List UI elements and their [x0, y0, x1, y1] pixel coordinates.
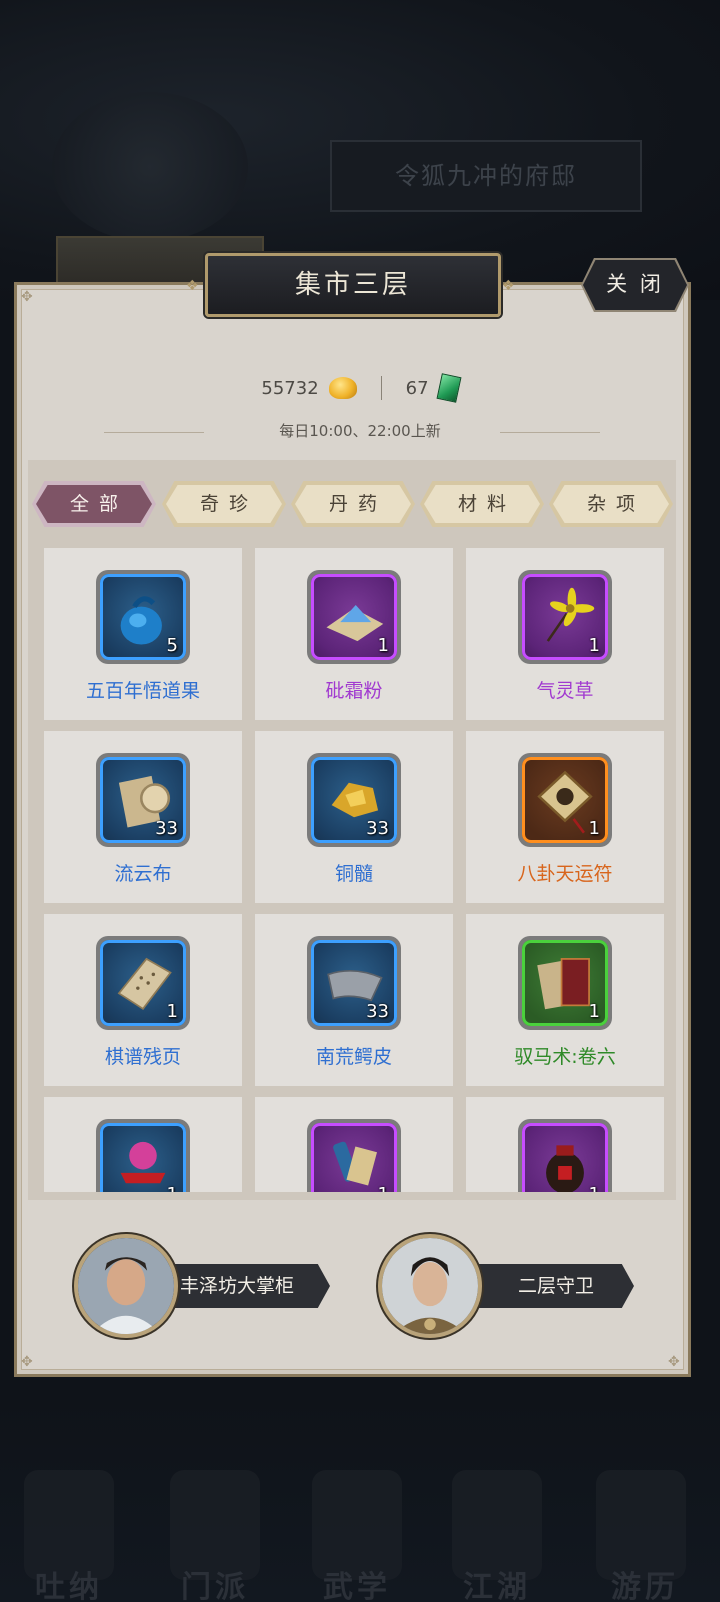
shop-item[interactable]: 1 驭马术:卷六: [466, 914, 664, 1086]
item-count: 1: [166, 1001, 178, 1022]
tab-treasures[interactable]: 奇珍: [162, 481, 286, 527]
guard-avatar[interactable]: [378, 1234, 482, 1338]
item-name: 八卦天运符: [517, 863, 613, 885]
item-grid: 5 五百年悟道果 1 砒霜粉 1 气灵草 33 流云布 33 铜髓 1 八卦天运…: [42, 546, 664, 1192]
shopkeeper-portrait-icon: [78, 1238, 174, 1334]
shop-item[interactable]: 1: [466, 1097, 664, 1192]
close-button[interactable]: 关 闭: [583, 260, 687, 310]
residence-title: 令狐九冲的府邸: [330, 140, 642, 212]
currency-row: 55732 67: [0, 372, 720, 404]
item-frame: 1: [518, 936, 612, 1030]
nav-label-wuxue: 武学: [323, 1570, 391, 1602]
item-count: 1: [377, 635, 389, 656]
item-name: 五百年悟道果: [85, 680, 200, 702]
tab-all[interactable]: 全部: [32, 481, 156, 527]
item-frame: 1: [307, 570, 401, 664]
nav-label-tuna: 吐纳: [35, 1570, 103, 1602]
item-name: 气灵草: [536, 680, 594, 702]
item-count: 1: [167, 1184, 178, 1192]
item-frame: 33: [307, 753, 401, 847]
wine-jar-icon: [546, 1145, 584, 1192]
item-name: 驭马术:卷六: [514, 1046, 616, 1068]
residence-emblem-icon: [52, 92, 248, 242]
item-name: 流云布: [114, 863, 172, 885]
npc-name: 丰泽坊大掌柜: [180, 1275, 295, 1297]
corner-ornament-icon: ✥: [668, 1354, 680, 1370]
item-count: 1: [378, 1184, 389, 1192]
item-count: 1: [588, 1001, 600, 1022]
tab-pills[interactable]: 丹药: [291, 481, 415, 527]
item-count: 33: [155, 818, 178, 839]
nav-label-menpai: 门派: [181, 1570, 249, 1602]
tab-materials[interactable]: 材料: [420, 481, 544, 527]
item-name: 砒霜粉: [325, 680, 383, 702]
item-count: 5: [166, 635, 178, 656]
item-frame: 1: [518, 753, 612, 847]
tab-label: 材料: [424, 485, 540, 523]
refresh-schedule: 每日10:00、22:00上新: [279, 422, 441, 440]
npc-name: 二层守卫: [518, 1275, 595, 1297]
item-count: 33: [366, 1001, 389, 1022]
shop-item[interactable]: 1 棋谱残页: [44, 914, 242, 1086]
panel-title: 集市三层: [205, 253, 501, 317]
guard-portrait-icon: [382, 1238, 478, 1334]
shop-item[interactable]: 1 砒霜粉: [255, 548, 453, 720]
scroll-icon: [333, 1141, 377, 1186]
item-frame: 1: [96, 936, 190, 1030]
shop-item[interactable]: 1: [255, 1097, 453, 1192]
tab-label: 全部: [36, 485, 152, 523]
corner-ornament-icon: ✥: [21, 1354, 33, 1370]
shopkeeper-avatar[interactable]: [74, 1234, 178, 1338]
npc-guard-button[interactable]: 二层守卫: [460, 1264, 634, 1308]
tab-label: 奇珍: [166, 485, 282, 523]
item-frame: 1: [307, 1119, 401, 1192]
shop-item[interactable]: 33 铜髓: [255, 731, 453, 903]
gold-ingot-icon: [328, 377, 357, 399]
shop-item[interactable]: 33 南荒鳄皮: [255, 914, 453, 1086]
item-frame: 33: [96, 753, 190, 847]
corner-ornament-icon: ✥: [21, 289, 33, 305]
tab-label: 杂项: [553, 485, 669, 523]
item-name: 棋谱残页: [104, 1046, 181, 1068]
shop-item[interactable]: 33 流云布: [44, 731, 242, 903]
item-frame: 1: [518, 570, 612, 664]
shop-item[interactable]: 1: [44, 1097, 242, 1192]
currency-divider: [380, 376, 382, 400]
jade-token-icon: [436, 373, 462, 403]
tab-label: 丹药: [295, 485, 411, 523]
gold-amount: 55732: [261, 377, 319, 399]
item-frame: 1: [518, 1119, 612, 1192]
item-frame: 1: [96, 1119, 190, 1192]
shop-item[interactable]: 1 八卦天运符: [466, 731, 664, 903]
item-count: 1: [588, 635, 600, 656]
nav-label-youli: 游历: [611, 1570, 679, 1602]
item-count: 33: [366, 818, 389, 839]
item-count: 1: [589, 1184, 600, 1192]
npc-shopkeeper-button[interactable]: 丰泽坊大掌柜: [156, 1264, 330, 1308]
item-name: 南荒鳄皮: [315, 1046, 392, 1068]
item-frame: 5: [96, 570, 190, 664]
title-wing-right-icon: ❖: [502, 278, 515, 294]
yarn-ball-icon: [120, 1141, 166, 1184]
item-name: 铜髓: [334, 863, 373, 885]
item-count: 1: [588, 818, 600, 839]
shop-item[interactable]: 1 气灵草: [466, 548, 664, 720]
jade-amount: 67: [405, 377, 429, 399]
nav-label-jianghu: 江湖: [463, 1570, 531, 1602]
shop-item[interactable]: 5 五百年悟道果: [44, 548, 242, 720]
tab-misc[interactable]: 杂项: [549, 481, 673, 527]
item-frame: 33: [307, 936, 401, 1030]
